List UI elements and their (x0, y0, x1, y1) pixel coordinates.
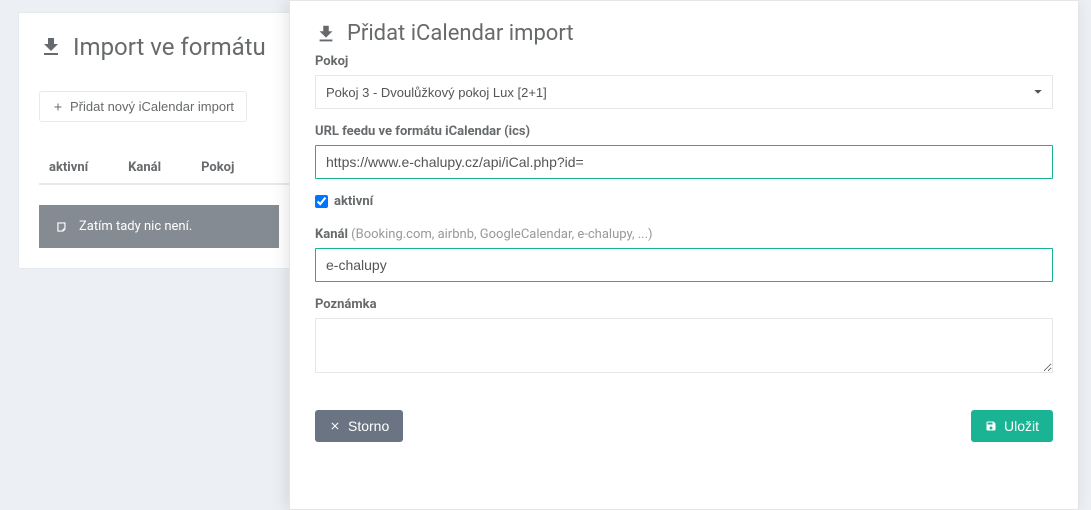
close-icon (329, 420, 341, 432)
cancel-button[interactable]: Storno (315, 410, 403, 442)
empty-state: Zatím tady nic není. (39, 205, 279, 248)
modal-title: Přidat iCalendar import (315, 21, 1053, 46)
channel-group: Kanál (Booking.com, airbnb, GoogleCalend… (315, 227, 1053, 282)
modal-body: Pokoj Pokoj 3 - Dvoulůžkový pokoj Lux [2… (290, 54, 1078, 377)
add-import-label: Přidat nový iCalendar import (70, 99, 234, 114)
note-icon (55, 220, 69, 234)
url-group: URL feedu ve formátu iCalendar (ics) (315, 124, 1053, 179)
room-select[interactable]: Pokoj 3 - Dvoulůžkový pokoj Lux [2+1] (315, 75, 1053, 109)
modal-footer: Storno Uložit (290, 392, 1078, 460)
th-room: Pokoj (191, 160, 244, 175)
save-icon (985, 420, 997, 432)
room-label: Pokoj (315, 54, 1053, 69)
channel-input[interactable] (315, 248, 1053, 282)
th-channel: Kanál (118, 160, 171, 175)
channel-label: Kanál (Booking.com, airbnb, GoogleCalend… (315, 227, 1053, 242)
page-title-text: Import ve formátu (73, 33, 266, 61)
cancel-label: Storno (348, 418, 389, 434)
add-import-button[interactable]: Přidat nový iCalendar import (39, 91, 247, 122)
url-label: URL feedu ve formátu iCalendar (ics) (315, 124, 1053, 139)
note-label: Poznámka (315, 297, 1053, 312)
save-button[interactable]: Uložit (971, 410, 1053, 442)
note-textarea[interactable] (315, 318, 1053, 373)
save-label: Uložit (1004, 418, 1039, 434)
download-icon (315, 23, 337, 45)
active-label: aktivní (334, 194, 373, 209)
room-group: Pokoj Pokoj 3 - Dvoulůžkový pokoj Lux [2… (315, 54, 1053, 109)
url-input[interactable] (315, 145, 1053, 179)
note-group: Poznámka (315, 297, 1053, 377)
download-icon (39, 35, 63, 59)
channel-hint: (Booking.com, airbnb, GoogleCalendar, e-… (351, 227, 652, 242)
add-import-modal: Přidat iCalendar import Pokoj Pokoj 3 - … (289, 0, 1079, 510)
th-active: aktivní (39, 160, 98, 175)
plus-icon (52, 101, 64, 113)
modal-header: Přidat iCalendar import (290, 1, 1078, 54)
active-checkbox[interactable] (315, 195, 328, 208)
active-group: aktivní (315, 194, 1053, 209)
empty-state-text: Zatím tady nic není. (79, 219, 192, 234)
channel-label-text: Kanál (315, 227, 348, 242)
modal-title-text: Přidat iCalendar import (347, 21, 574, 46)
